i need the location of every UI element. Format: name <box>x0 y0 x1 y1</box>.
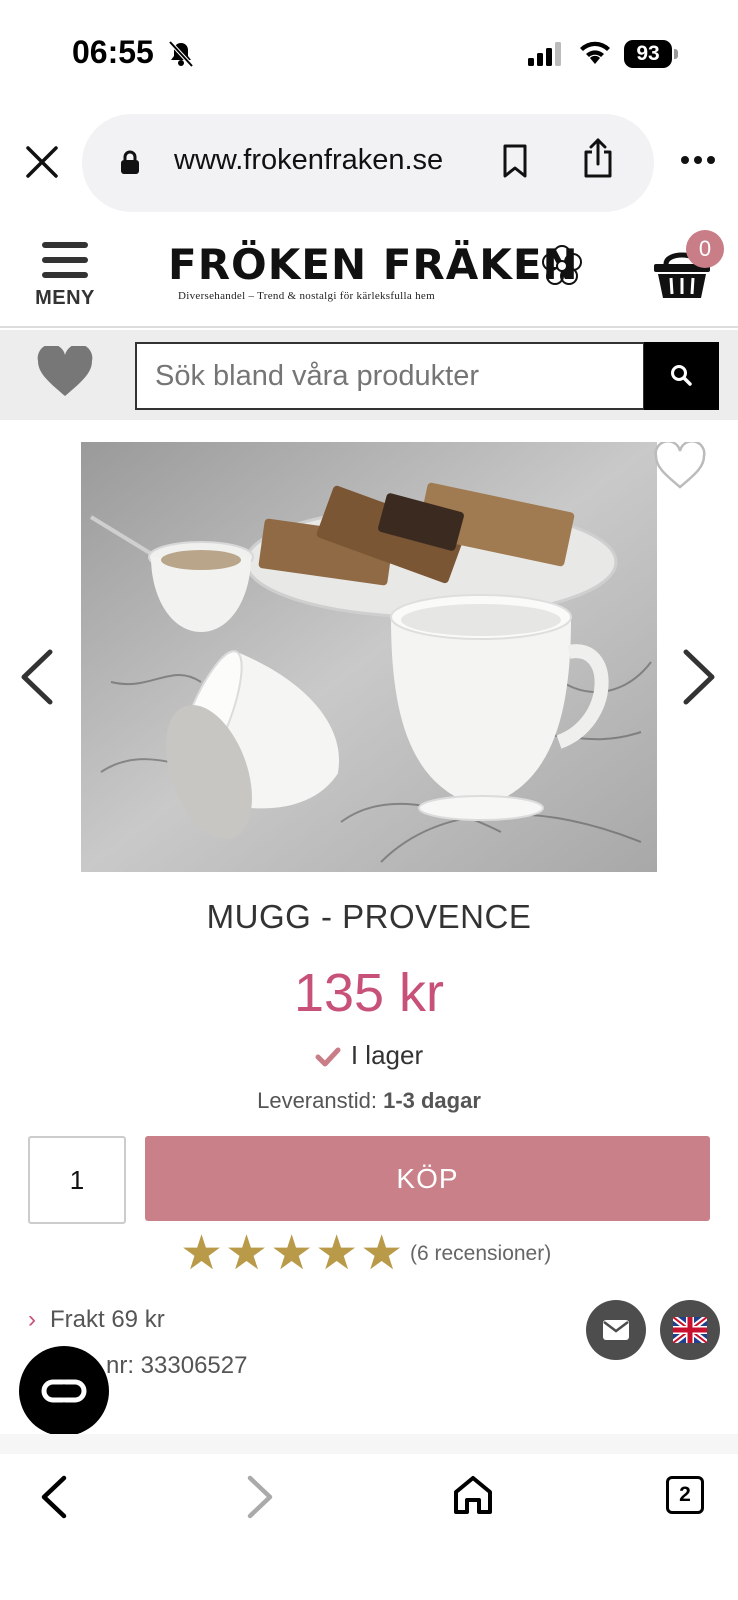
english-language-button[interactable] <box>660 1300 720 1360</box>
wishlist-heart-icon[interactable] <box>654 442 706 490</box>
home-icon[interactable] <box>452 1474 494 1516</box>
address-bar[interactable]: www.frokenfraken.se <box>82 114 654 212</box>
search-field[interactable] <box>135 342 645 410</box>
url-text[interactable]: www.frokenfraken.se <box>174 144 443 177</box>
envelope-icon <box>603 1320 629 1340</box>
lock-icon <box>121 150 139 174</box>
logo-tagline: Diversehandel – Trend & nostalgi för kär… <box>178 290 435 302</box>
search-button[interactable] <box>644 342 719 410</box>
menu-label: MENY <box>35 287 95 309</box>
article-number-text: nr: 33306527 <box>106 1352 248 1379</box>
star-icon: ★ <box>360 1227 404 1280</box>
chat-button[interactable] <box>19 1346 109 1436</box>
uk-flag-icon <box>673 1317 707 1343</box>
star-icon: ★ <box>315 1227 359 1280</box>
chat-link-icon <box>41 1379 87 1403</box>
star-icon: ★ <box>225 1227 269 1280</box>
cellular-signal-icon <box>528 42 561 66</box>
bookmark-icon[interactable] <box>502 144 528 178</box>
logo-text: FRÖKEN FRÄKEN <box>168 240 579 289</box>
product-image[interactable] <box>81 442 657 872</box>
review-count[interactable]: (6 recensioner) <box>410 1242 551 1266</box>
stock-status: I lager <box>0 1040 738 1071</box>
product-title: MUGG - PROVENCE <box>206 898 532 935</box>
delivery-time: Leveranstid: 1-3 dagar <box>0 1088 738 1114</box>
back-arrow-icon[interactable] <box>38 1474 68 1520</box>
menu-button[interactable]: MENY <box>30 242 100 322</box>
status-time: 06:55 <box>72 34 154 70</box>
favorites-heart-icon[interactable] <box>36 346 94 398</box>
tabs-button[interactable]: 2 <box>666 1476 704 1514</box>
wifi-icon <box>580 41 610 64</box>
chevron-right-icon: › <box>28 1306 36 1333</box>
flower-icon <box>542 245 582 285</box>
previous-image-arrow-icon[interactable] <box>18 648 54 706</box>
battery-indicator: 93 <box>624 40 672 68</box>
bell-muted-icon <box>168 40 194 68</box>
email-button[interactable] <box>586 1300 646 1360</box>
search-bar-row <box>0 330 738 420</box>
more-options-icon[interactable] <box>680 155 716 165</box>
product-photo-illustration <box>81 442 657 872</box>
buy-button[interactable]: KÖP <box>145 1136 710 1221</box>
search-icon <box>671 365 692 386</box>
delivery-value: 1-3 dagar <box>383 1088 481 1113</box>
close-icon[interactable] <box>22 142 62 182</box>
search-input[interactable] <box>137 344 643 408</box>
freight-label: Frakt 69 kr <box>50 1306 165 1333</box>
next-image-arrow-icon[interactable] <box>682 648 718 706</box>
forward-arrow-icon[interactable] <box>246 1474 276 1520</box>
page-bottom-edge <box>0 1434 738 1454</box>
quantity-input[interactable]: 1 <box>28 1136 126 1224</box>
stock-label: I lager <box>350 1040 424 1070</box>
share-icon[interactable] <box>582 138 614 178</box>
site-header: MENY FRÖKEN FRÄKEN Diversehandel – Trend… <box>0 228 738 328</box>
cart-count-badge[interactable]: 0 <box>686 230 724 268</box>
browser-toolbar: 2 <box>0 1454 738 1600</box>
hamburger-icon <box>30 242 100 278</box>
freight-info[interactable]: › Frakt 69 kr <box>28 1306 165 1334</box>
delivery-label: Leveranstid: <box>257 1088 377 1113</box>
status-bar: 06:55 93 <box>0 0 738 100</box>
battery-cap <box>674 49 678 59</box>
site-logo[interactable]: FRÖKEN FRÄKEN Diversehandel – Trend & no… <box>168 242 598 316</box>
rating-stars: ★★★★★ <box>180 1227 405 1280</box>
star-icon: ★ <box>270 1227 314 1280</box>
checkmark-icon <box>315 1047 341 1067</box>
star-icon: ★ <box>180 1227 224 1280</box>
product-price: 135 kr <box>293 963 445 1023</box>
